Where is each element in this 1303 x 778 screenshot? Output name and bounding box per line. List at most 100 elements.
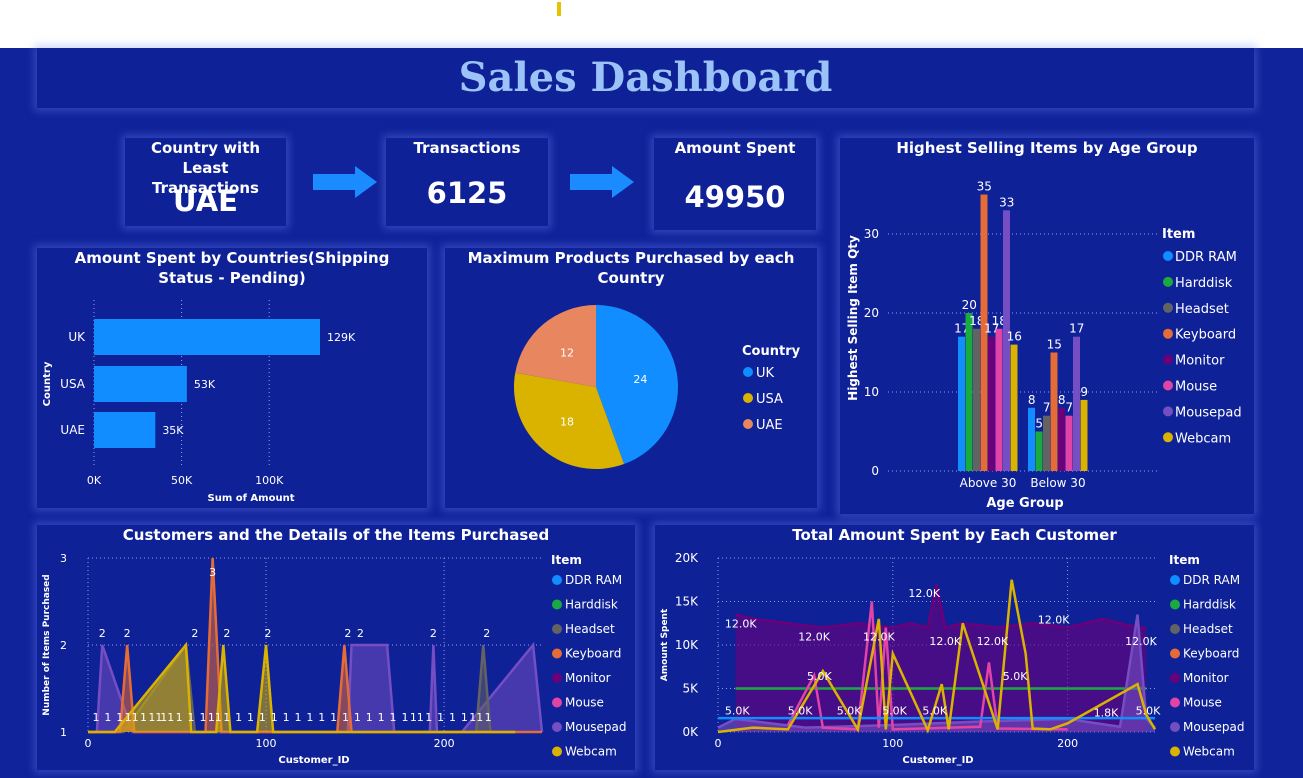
legend-label: DDR RAM <box>1183 573 1240 587</box>
data-label: 2 <box>191 627 198 640</box>
data-label: 1 <box>199 711 206 724</box>
data-label: 3 <box>209 566 216 579</box>
x-tick-label: 100 <box>256 737 277 750</box>
x-axis-title: Age Group <box>986 496 1063 511</box>
data-label: 1 <box>283 711 290 724</box>
data-label: 2 <box>357 627 364 640</box>
y-tick-label: 0 <box>871 464 879 478</box>
x-tick-label: 100K <box>255 474 284 487</box>
data-label: 15 <box>1047 338 1062 352</box>
legend-label: Monitor <box>1175 354 1225 369</box>
legend-label: Headset <box>1175 302 1229 317</box>
data-label: 1 <box>176 711 183 724</box>
kpi-card-transactions: Transactions 6125 <box>386 138 548 226</box>
data-label: 33 <box>999 195 1014 209</box>
kpi-card-amount: Amount Spent 49950 <box>654 138 816 230</box>
title-panel: Sales Dashboard <box>37 48 1254 108</box>
top-bar <box>0 0 1303 48</box>
legend-marker <box>1163 302 1173 313</box>
data-label: 12.0K <box>977 635 1009 648</box>
bar <box>94 319 321 355</box>
pie-slice <box>515 305 596 387</box>
bar <box>94 366 187 402</box>
data-label: 5.0K <box>922 705 947 718</box>
data-label: 5.0K <box>807 670 832 683</box>
bar <box>973 328 980 471</box>
data-label: 1 <box>295 711 302 724</box>
legend-label: Harddisk <box>565 598 618 612</box>
kpi-value: 6125 <box>426 176 508 210</box>
bar <box>1028 407 1035 471</box>
kpi-value: UAE <box>173 184 238 218</box>
legend-label: Monitor <box>565 671 611 685</box>
data-label: 1 <box>342 711 349 724</box>
legend-label: Harddisk <box>1175 276 1233 291</box>
legend-marker <box>1163 354 1173 365</box>
data-label: 2 <box>99 627 106 640</box>
data-label: 1 <box>259 711 266 724</box>
x-tick-label: Above 30 <box>960 476 1017 490</box>
bar <box>965 313 973 471</box>
data-label: 1 <box>425 711 432 724</box>
products-by-country-chart: 24 18 12 Country UK USA UAE <box>514 305 801 469</box>
data-label: 5 <box>1035 417 1043 431</box>
y-axis-title: Country <box>42 361 53 406</box>
y-tick-label: 1 <box>60 726 67 739</box>
y-tick-label: 20 <box>864 306 879 320</box>
x-tick-label: 0 <box>85 737 92 750</box>
bar <box>1058 407 1065 471</box>
y-tick-label: 5K <box>682 682 699 696</box>
data-label: 1.8K <box>1094 706 1119 719</box>
legend-label: Mousepad <box>1175 405 1242 420</box>
data-label: 1 <box>93 711 100 724</box>
legend-label: Mouse <box>1175 380 1217 395</box>
legend-marker <box>552 697 562 708</box>
legend-marker <box>1163 276 1173 287</box>
data-label: 12.0K <box>863 631 895 644</box>
legend-marker <box>1163 380 1173 391</box>
top-bar-marker <box>557 2 561 16</box>
data-label: 12.0K <box>725 618 757 631</box>
products-by-country-panel: Maximum Products Purchased by each Count… <box>445 248 817 508</box>
legend-marker <box>743 393 753 403</box>
arrow-icon <box>570 166 634 198</box>
legend-label: Webcam <box>1183 745 1235 759</box>
data-label: 7 <box>1043 401 1051 415</box>
slice-label: 24 <box>633 373 647 386</box>
bar <box>1073 336 1080 471</box>
data-label: 5.0K <box>837 705 862 718</box>
legend-marker <box>1163 251 1173 261</box>
data-label: 1 <box>306 711 313 724</box>
data-label: 11 <box>410 711 424 724</box>
y-tick-label: UK <box>68 330 86 344</box>
kpi-label: Transactions <box>413 139 521 157</box>
legend-label: Keyboard <box>565 647 621 661</box>
legend-marker <box>552 575 562 585</box>
legend-label: Mousepad <box>1183 720 1245 734</box>
data-label: 1 <box>401 711 408 724</box>
legend-marker <box>1163 328 1173 339</box>
bar <box>988 336 995 471</box>
legend-marker <box>552 624 562 634</box>
data-label: 1 <box>247 711 254 724</box>
legend-title: Item <box>1162 227 1195 242</box>
x-axis-title: Customer_ID <box>902 755 973 766</box>
y-axis-title: Highest Selling Item Qty <box>846 235 860 401</box>
data-label: 11 <box>469 711 483 724</box>
data-label: 1 <box>449 711 456 724</box>
data-label: 35K <box>162 424 184 437</box>
legend-label: Keyboard <box>1175 328 1236 343</box>
x-tick-label: 0K <box>87 474 102 487</box>
data-label: 1 <box>378 711 385 724</box>
data-label: 1 <box>104 711 111 724</box>
legend-marker <box>552 746 562 757</box>
x-tick-label: 0 <box>715 737 722 750</box>
x-axis-title: Sum of Amount <box>208 493 295 504</box>
legend-label: Harddisk <box>1183 598 1236 612</box>
bar <box>995 328 1003 471</box>
y-tick-label: 3 <box>60 552 67 565</box>
legend-marker <box>552 599 562 610</box>
bar <box>94 412 156 448</box>
data-label: 1 <box>318 711 325 724</box>
legend-marker <box>1163 406 1173 417</box>
